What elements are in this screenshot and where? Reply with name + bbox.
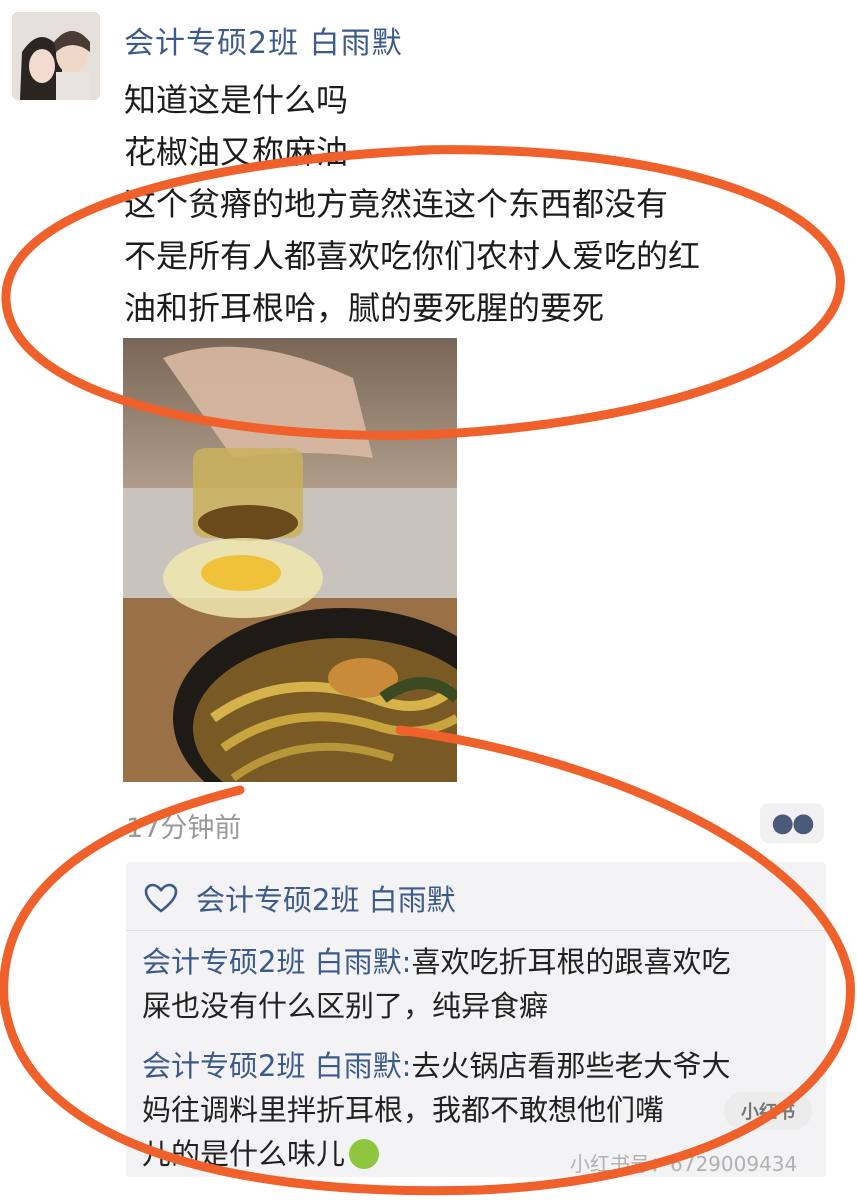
watermark-id: 小红书号：6729009434 — [570, 1152, 798, 1176]
post-timestamp: 17分钟前 — [126, 813, 242, 844]
comment-author[interactable]: 会计专硕2班 白雨默: — [142, 945, 411, 979]
post-line: 知道这是什么吗 — [124, 81, 349, 119]
more-dots-icon: ●● — [771, 808, 814, 838]
comment-text: 儿的是什么味儿 — [142, 1137, 346, 1171]
watermark-badge: 小红书 — [724, 1092, 812, 1130]
likes-names[interactable]: 会计专硕2班 白雨默 — [196, 877, 456, 919]
post-text: 知道这是什么吗 花椒油又称麻油 这个贫瘠的地方竟然连这个东西都没有 不是所有人都… — [124, 74, 824, 334]
post-author[interactable]: 会计专硕2班 白雨默 — [124, 18, 403, 62]
comment-text: 去火锅店看那些老大爷大 — [411, 1049, 731, 1083]
comment-text: 喜欢吃折耳根的跟喜欢吃 — [411, 945, 731, 979]
more-button[interactable]: ●● — [760, 803, 824, 843]
post-line: 油和折耳根哈，腻的要死腥的要死 — [124, 289, 605, 327]
post-line: 这个贫瘠的地方竟然连这个东西都没有 — [124, 185, 669, 223]
nauseated-face-icon — [349, 1139, 380, 1169]
heart-icon — [144, 883, 178, 913]
avatar[interactable] — [12, 12, 100, 100]
comment-item[interactable]: 会计专硕2班 白雨默:喜欢吃折耳根的跟喜欢吃 屎也没有什么区别了，纯异食癖 — [142, 940, 822, 1028]
likes-row[interactable]: 会计专硕2班 白雨默 — [144, 876, 456, 920]
comment-text: 屎也没有什么区别了，纯异食癖 — [142, 989, 549, 1023]
comment-author[interactable]: 会计专硕2班 白雨默: — [142, 1049, 411, 1083]
post-photo[interactable] — [123, 338, 457, 782]
comment-box: 会计专硕2班 白雨默 会计专硕2班 白雨默:喜欢吃折耳根的跟喜欢吃 屎也没有什么… — [126, 862, 826, 1177]
comment-text: 妈往调料里拌折耳根，我都不敢想他们嘴 — [142, 1093, 665, 1127]
divider — [126, 930, 826, 931]
post-line: 花椒油又称麻油 — [124, 133, 349, 171]
post-line: 不是所有人都喜欢吃你们农村人爱吃的红 — [124, 237, 701, 275]
